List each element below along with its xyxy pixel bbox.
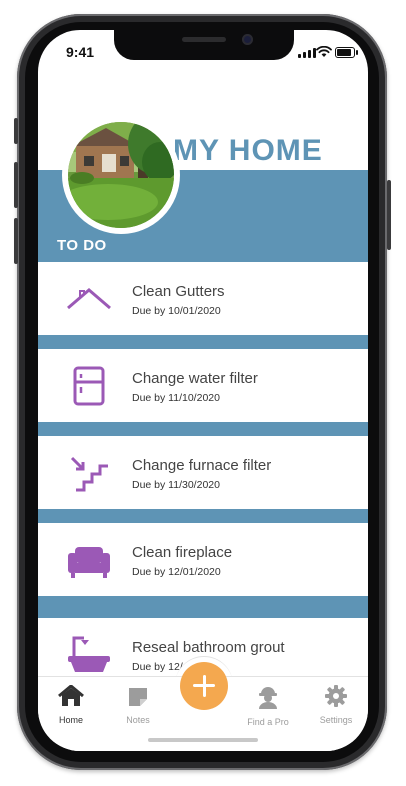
front-camera (242, 34, 253, 45)
worker-icon (259, 687, 277, 709)
tab-label: Find a Pro (247, 717, 289, 727)
gear-icon (325, 685, 347, 707)
sofa-icon (68, 547, 110, 578)
task-item[interactable]: Change furnace filter Due by 11/30/2020 (38, 436, 368, 509)
task-due-date: Due by 11/30/2020 (132, 479, 220, 491)
battery-icon (335, 47, 358, 58)
task-title: Clean Gutters (132, 283, 225, 300)
app-screen: 9:41 MY HOME TO DO Clean Gutters Due by … (38, 30, 368, 751)
task-due-date: Due by 10/01/2020 (132, 305, 221, 317)
tab-label: Settings (319, 715, 353, 725)
roof-icon (67, 288, 111, 310)
tab-label: Notes (126, 715, 150, 725)
tab-home[interactable]: Home (41, 684, 101, 725)
page-title: MY HOME (173, 134, 323, 167)
task-title: Change furnace filter (132, 457, 272, 474)
section-title: TO DO (57, 237, 107, 254)
bathtub-icon (68, 636, 110, 672)
task-item[interactable]: Clean fireplace Due by 12/01/2020 (38, 523, 368, 596)
fridge-icon (73, 366, 105, 406)
home-photo[interactable] (62, 116, 180, 234)
house-photo-icon (68, 122, 174, 228)
note-icon (129, 688, 147, 706)
volume-up-button (14, 162, 18, 208)
task-item[interactable]: Clean Gutters Due by 10/01/2020 (38, 262, 368, 335)
task-title: Change water filter (132, 370, 258, 387)
list-divider (38, 596, 368, 618)
volume-down-button (14, 218, 18, 264)
tab-notes[interactable]: Notes (108, 685, 168, 725)
power-button (387, 180, 391, 250)
home-icon (58, 684, 84, 706)
tab-settings[interactable]: Settings (306, 685, 366, 725)
task-title: Clean fireplace (132, 544, 233, 561)
task-due-date: Due by 11/10/2020 (132, 392, 220, 404)
stairs-icon (70, 456, 108, 492)
list-divider (38, 335, 368, 349)
task-due-date: Due by 12/01/2020 (132, 566, 221, 578)
tab-label: Home (58, 715, 83, 725)
list-divider (38, 422, 368, 436)
task-title: Reseal bathroom grout (132, 639, 285, 656)
speaker (182, 37, 226, 42)
list-divider (38, 509, 368, 523)
wifi-icon (316, 46, 332, 57)
tab-find-pro[interactable]: Find a Pro (238, 685, 298, 727)
status-time: 9:41 (66, 44, 95, 60)
home-indicator (148, 738, 258, 742)
add-button[interactable] (180, 662, 228, 710)
task-item[interactable]: Change water filter Due by 11/10/2020 (38, 349, 368, 422)
notch (114, 30, 294, 60)
cellular-signal-icon (298, 48, 316, 58)
task-due-date: Due by 12/ (132, 661, 183, 673)
mute-switch (14, 118, 18, 144)
